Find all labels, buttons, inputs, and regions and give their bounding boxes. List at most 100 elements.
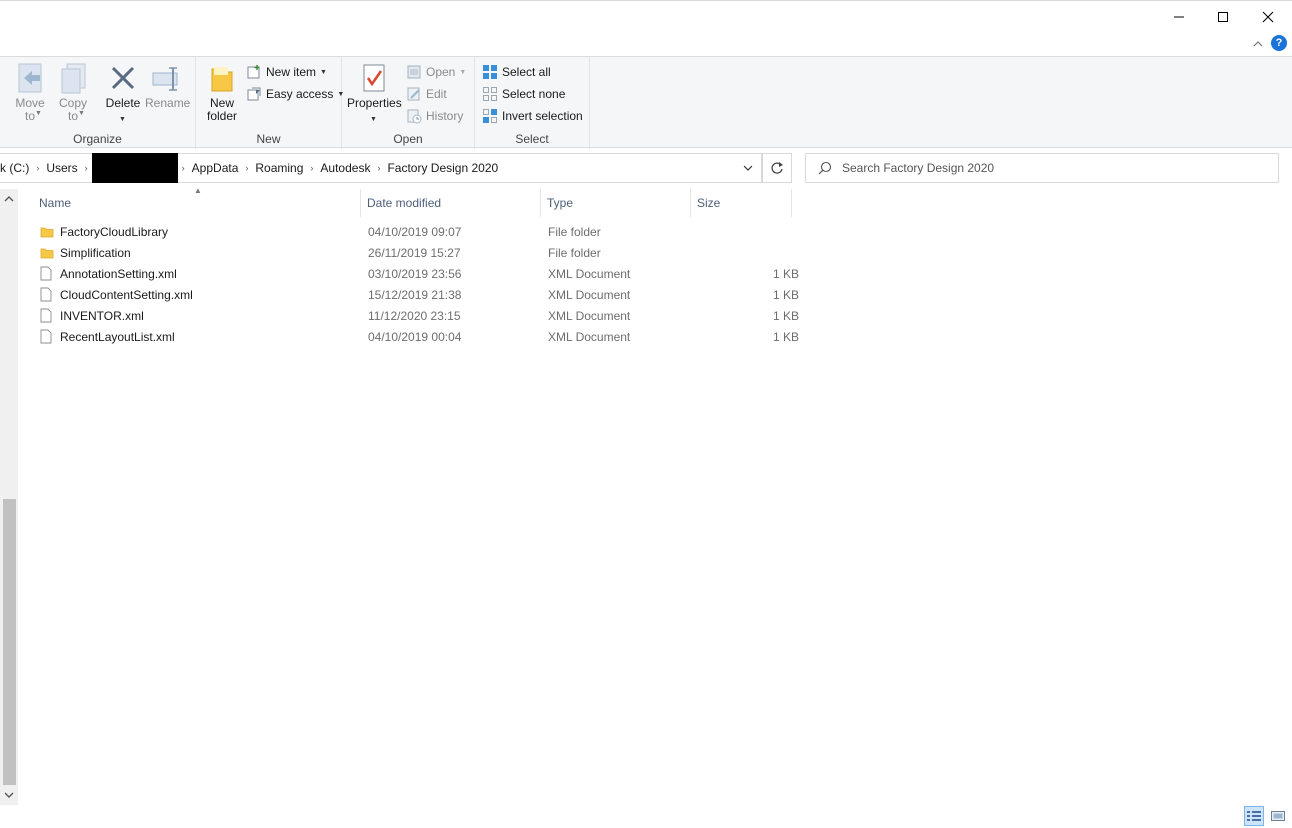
- easy-access-label: Easy access: [266, 87, 334, 101]
- file-row[interactable]: AnnotationSetting.xml 03/10/2019 23:56 X…: [33, 263, 799, 284]
- large-icons-view-button[interactable]: [1268, 806, 1288, 826]
- select-none-button[interactable]: Select none: [482, 85, 565, 103]
- chevron-right-icon[interactable]: ›: [180, 163, 187, 173]
- file-icon: [40, 284, 56, 305]
- column-header-type[interactable]: Type: [541, 189, 691, 217]
- file-row[interactable]: FactoryCloudLibrary 04/10/2019 09:07 Fil…: [33, 221, 793, 242]
- file-row[interactable]: CloudContentSetting.xml 15/12/2019 21:38…: [33, 284, 799, 305]
- file-date: 11/12/2020 23:15: [368, 308, 461, 323]
- chevron-right-icon[interactable]: ›: [34, 163, 41, 173]
- address-bar[interactable]: k (C:) › Users › › AppData › Roaming › A…: [0, 153, 762, 183]
- chevron-right-icon[interactable]: ›: [243, 163, 250, 173]
- file-name: CloudContentSetting.xml: [60, 287, 193, 302]
- file-date: 04/10/2019 00:04: [368, 329, 462, 344]
- file-row[interactable]: RecentLayoutList.xml 04/10/2019 00:04 XM…: [33, 326, 799, 347]
- breadcrumb-roaming[interactable]: Roaming: [250, 161, 308, 175]
- copy-to-icon: [57, 61, 89, 95]
- open-button[interactable]: Open ▼: [406, 63, 466, 81]
- properties-button[interactable]: Properties ▼: [347, 61, 402, 123]
- file-date: 03/10/2019 23:56: [368, 266, 462, 281]
- navigation-pane-scrollbar[interactable]: [0, 189, 18, 805]
- column-header-size[interactable]: Size: [691, 189, 792, 217]
- column-header-name[interactable]: Name: [33, 189, 361, 217]
- file-row[interactable]: Simplification 26/11/2019 15:27 File fol…: [33, 242, 793, 263]
- move-to-button[interactable]: Move to ▼: [12, 61, 48, 123]
- minimize-button[interactable]: [1156, 1, 1202, 33]
- properties-label: Properties: [347, 96, 402, 110]
- chevron-right-icon[interactable]: ›: [83, 163, 90, 173]
- file-name: INVENTOR.xml: [60, 308, 144, 323]
- ribbon-group-new: New folder New item ▼ Easy access ▼ New: [196, 57, 344, 149]
- properties-dropdown-icon: ▼: [370, 116, 377, 123]
- file-type: XML Document: [548, 308, 631, 323]
- copy-to-dropdown-icon: ▼: [78, 110, 85, 117]
- refresh-button[interactable]: [762, 153, 792, 183]
- new-folder-button[interactable]: New folder: [202, 61, 242, 123]
- breadcrumb-users[interactable]: Users: [41, 161, 82, 175]
- chevron-right-icon[interactable]: ›: [308, 163, 315, 173]
- file-name: FactoryCloudLibrary: [60, 224, 169, 239]
- open-dropdown-icon: ▼: [459, 68, 467, 76]
- chevron-down-icon: [743, 165, 753, 171]
- rename-icon: [151, 61, 183, 95]
- select-group-label: Select: [515, 132, 549, 146]
- address-row: k (C:) › Users › › AppData › Roaming › A…: [0, 149, 1292, 187]
- breadcrumb-drive[interactable]: k (C:): [0, 161, 34, 175]
- column-header-date-modified[interactable]: Date modified: [361, 189, 541, 217]
- move-to-icon: [14, 61, 46, 95]
- ribbon-group-open: Properties ▼ Open ▼ Edit History Open: [342, 57, 475, 149]
- delete-label: Delete: [105, 96, 141, 110]
- close-button[interactable]: [1245, 1, 1291, 33]
- delete-x-icon: [107, 61, 139, 95]
- rename-label: Rename: [145, 96, 191, 110]
- breadcrumb-appdata[interactable]: AppData: [187, 161, 244, 175]
- delete-button[interactable]: Delete ▼: [104, 61, 142, 123]
- delete-dropdown-icon: ▼: [119, 116, 126, 123]
- chevron-right-icon[interactable]: ›: [375, 163, 382, 173]
- help-button[interactable]: ?: [1271, 35, 1287, 51]
- file-row[interactable]: INVENTOR.xml 11/12/2020 23:15 XML Docume…: [33, 305, 799, 326]
- file-size: [703, 242, 799, 263]
- select-all-button[interactable]: Select all: [482, 63, 551, 81]
- address-history-dropdown[interactable]: [740, 154, 756, 182]
- file-icon: [40, 326, 56, 347]
- scroll-up-button[interactable]: [0, 189, 18, 209]
- properties-icon: [358, 61, 390, 95]
- new-item-label: New item: [266, 65, 317, 79]
- easy-access-icon: [246, 86, 262, 102]
- file-size: 1 KB: [772, 266, 799, 281]
- file-size: [703, 221, 799, 242]
- easy-access-button[interactable]: Easy access ▼: [246, 85, 344, 103]
- scrollbar-thumb[interactable]: [3, 499, 16, 785]
- breadcrumb-redacted-user[interactable]: [91, 153, 178, 183]
- open-group-label: Open: [393, 132, 423, 146]
- rename-button[interactable]: Rename: [145, 61, 191, 110]
- breadcrumb-autodesk[interactable]: Autodesk: [315, 161, 375, 175]
- file-name: RecentLayoutList.xml: [60, 329, 175, 344]
- new-folder-label: New folder: [206, 96, 238, 123]
- file-size: 1 KB: [772, 308, 799, 323]
- new-item-button[interactable]: New item ▼: [246, 63, 327, 81]
- file-size: 1 KB: [772, 329, 799, 344]
- details-view-icon: [1247, 811, 1261, 821]
- edit-button[interactable]: Edit: [406, 85, 447, 103]
- open-label: Open: [426, 65, 456, 79]
- folder-icon: [40, 221, 56, 242]
- maximize-button[interactable]: [1200, 1, 1246, 33]
- details-view-button[interactable]: [1244, 806, 1264, 826]
- search-input[interactable]: [842, 161, 1242, 175]
- search-box[interactable]: [805, 153, 1279, 183]
- breadcrumb-factory-design[interactable]: Factory Design 2020: [382, 161, 503, 175]
- collapse-ribbon-button[interactable]: [1250, 36, 1266, 52]
- new-item-dropdown-icon: ▼: [320, 68, 327, 76]
- invert-selection-button[interactable]: Invert selection: [482, 107, 583, 125]
- scroll-down-button[interactable]: [0, 785, 18, 805]
- edit-icon: [406, 86, 422, 102]
- refresh-icon: [771, 162, 783, 174]
- move-to-label: Move to: [15, 96, 45, 123]
- file-type: File folder: [548, 245, 601, 260]
- invert-selection-label: Invert selection: [502, 109, 583, 123]
- history-button[interactable]: History: [406, 107, 463, 125]
- copy-to-button[interactable]: Copy to ▼: [55, 61, 91, 123]
- file-date: 26/11/2019 15:27: [368, 245, 461, 260]
